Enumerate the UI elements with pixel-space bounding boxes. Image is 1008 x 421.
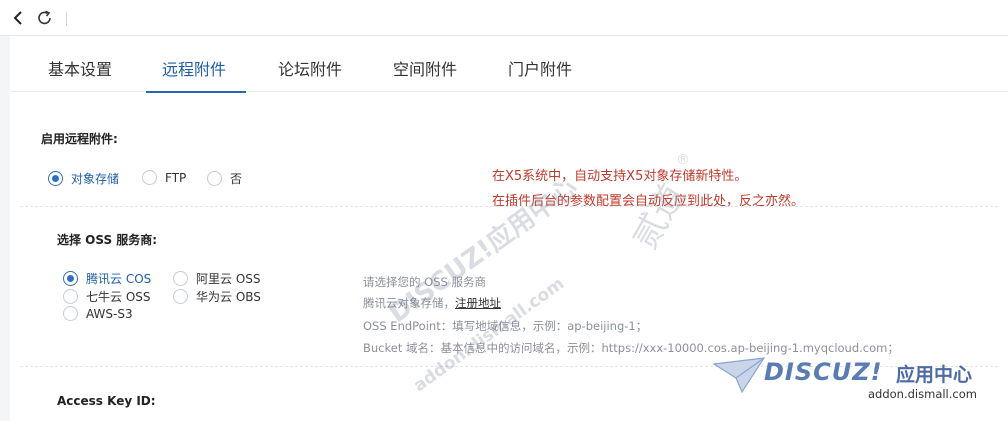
tab-bar: 基本设置 远程附件 论坛附件 空间附件 门户附件 [10,36,1008,93]
radio-label: 华为云 OBS [196,290,261,304]
radio-circle [207,171,222,186]
radio-circle [63,271,78,286]
radio-circle [173,271,188,286]
radio-aliyun-oss[interactable]: 阿里云 OSS [173,270,261,287]
access-key-id-label: Access Key ID: [57,394,156,408]
radio-label: 对象存储 [71,172,120,186]
radio-label: 七牛云 OSS [86,290,151,304]
radio-tencent-cos[interactable]: 腾讯云 COS [63,270,151,287]
radio-circle [173,289,188,304]
discuz-url-text: addon.dismall.com [868,387,977,401]
tab-space-attachments[interactable]: 空间附件 [377,36,473,92]
oss-help-line-4: Bucket 域名：基本信息中的访问域名，示例：https://xxx-1000… [363,341,899,355]
radio-label: AWS-S3 [86,306,133,321]
radio-label: 阿里云 OSS [196,272,261,286]
discuz-logo-icon [712,356,766,398]
tab-basic-settings[interactable]: 基本设置 [32,36,128,92]
refresh-icon[interactable] [34,6,56,30]
back-icon[interactable] [7,6,29,30]
radio-ftp[interactable]: FTP [142,170,186,185]
radio-circle [63,289,78,304]
radio-qiniu-oss[interactable]: 七牛云 OSS [63,288,151,305]
tab-remote-attachments[interactable]: 远程附件 [146,36,246,93]
radio-object-storage[interactable]: 对象存储 [48,170,119,187]
x5-note-line-1: 在X5系统中，自动支持X5对象存储新特性。 [492,169,748,184]
tab-portal-attachments[interactable]: 门户附件 [492,36,588,92]
radio-label: FTP [165,170,187,185]
oss-help-line-1: 请选择您的 OSS 服务商 [363,275,486,289]
oss-help-line-3: OSS EndPoint：填写地域信息，示例：ap-beijing-1； [363,319,648,333]
tab-forum-attachments[interactable]: 论坛附件 [262,36,358,92]
radio-circle [63,306,78,321]
radio-label: 否 [230,172,243,186]
x5-note-line-2: 在插件后台的参数配置会自动反应到此处，反之亦然。 [492,194,805,209]
register-link[interactable]: 注册地址 [455,296,501,310]
discuz-app-center-text: 应用中心 [896,364,973,386]
radio-no[interactable]: 否 [207,170,242,187]
radio-huawei-obs[interactable]: 华为云 OBS [173,288,261,305]
radio-label: 腾讯云 COS [86,272,152,286]
toolbar-divider [66,12,67,26]
radio-circle [142,170,157,185]
discuz-brand-text: DISCUZ! [764,358,883,386]
oss-help-line-2: 腾讯云对象存储，注册地址 [363,293,501,314]
section-divider [20,206,998,207]
oss-help-prefix: 腾讯云对象存储， [363,296,455,310]
enable-remote-label: 启用远程附件: [41,132,118,146]
top-toolbar [0,0,1008,36]
radio-circle [48,171,63,186]
radio-aws-s3[interactable]: AWS-S3 [63,306,133,321]
oss-provider-label: 选择 OSS 服务商: [57,233,158,247]
